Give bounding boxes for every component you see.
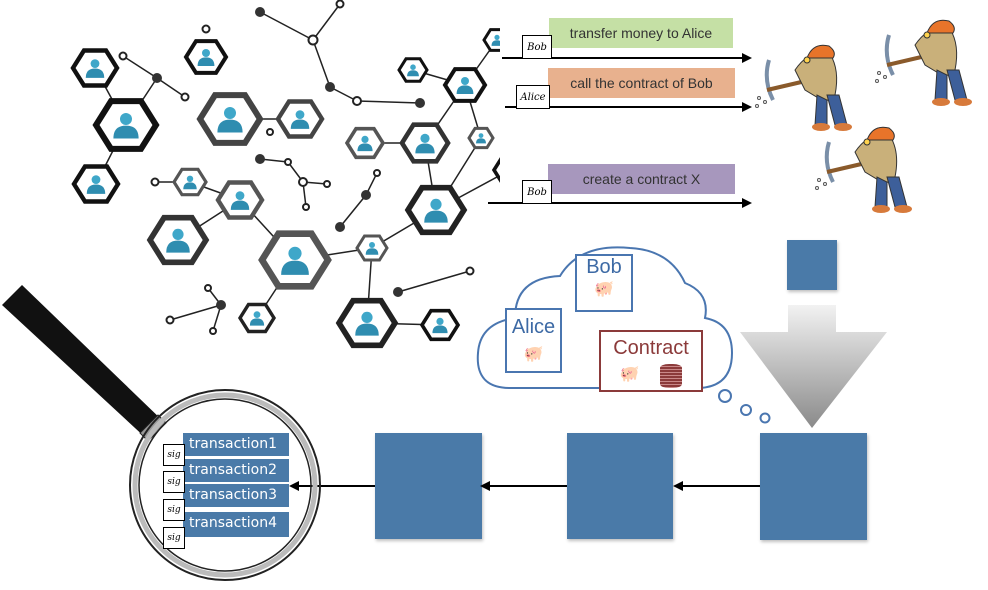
account-alice: Alice 🐖 (505, 308, 562, 373)
user-node-hex (70, 48, 120, 88)
user-node-hex (335, 297, 399, 349)
transaction-row: transaction4 (183, 512, 289, 538)
piggy-bank-icon: 🐖 (523, 346, 544, 363)
piggy-bank-icon: 🐖 (594, 281, 614, 298)
sender-box: Bob (522, 180, 552, 204)
user-node-hex (275, 99, 325, 139)
account-name: Bob (586, 256, 622, 278)
piggy-bank-icon: 🐖 (619, 366, 640, 383)
block-older (375, 433, 482, 539)
miners-group (755, 18, 974, 215)
chain-link-line (683, 485, 760, 487)
thought-bubble-icon (718, 389, 732, 403)
transaction-row: transaction3 (183, 484, 289, 508)
new-block (787, 240, 837, 290)
user-node-hex (404, 184, 468, 236)
transaction-row: transaction1 (183, 433, 289, 457)
miner-icon (813, 125, 914, 215)
signature-box: sig (163, 499, 185, 521)
thought-bubble-icon (740, 404, 752, 416)
coin-stack-icon (660, 364, 683, 388)
sender-box: Bob (522, 35, 552, 59)
signature-box: sig (163, 444, 185, 466)
account-name: Contract (613, 337, 689, 359)
chain-link-line (490, 485, 567, 487)
user-node-hex (419, 308, 461, 342)
arrowhead-icon (480, 481, 490, 491)
tx-label-transfer: transfer money to Alice (549, 18, 733, 48)
user-node-hex (146, 214, 210, 266)
miner-icon (873, 18, 974, 109)
user-node-hex (397, 57, 429, 83)
account-contract: Contract 🐖 (599, 330, 703, 392)
tx-label-create-contract: create a contract X (548, 164, 735, 194)
arrowhead-icon (742, 53, 752, 63)
arrowhead-icon (742, 102, 752, 112)
tx-label-call-contract: call the contract of Bob (548, 68, 735, 98)
block-middle (567, 433, 673, 539)
user-node-hex (399, 122, 451, 164)
account-name: Alice (511, 316, 556, 338)
thought-bubble-icon (759, 412, 771, 424)
user-node-hex (344, 126, 386, 160)
block-latest (760, 433, 867, 540)
signature-box: sig (163, 527, 185, 549)
account-bob: Bob 🐖 (575, 254, 633, 312)
miner-icon (755, 43, 854, 134)
arrowhead-icon (673, 481, 683, 491)
user-node-hex (482, 28, 500, 52)
transaction-row: transaction2 (183, 459, 289, 483)
sender-box: Alice (516, 85, 550, 109)
arrowhead-icon (742, 198, 752, 208)
user-node-hex (491, 157, 500, 183)
signature-box: sig (163, 471, 185, 493)
